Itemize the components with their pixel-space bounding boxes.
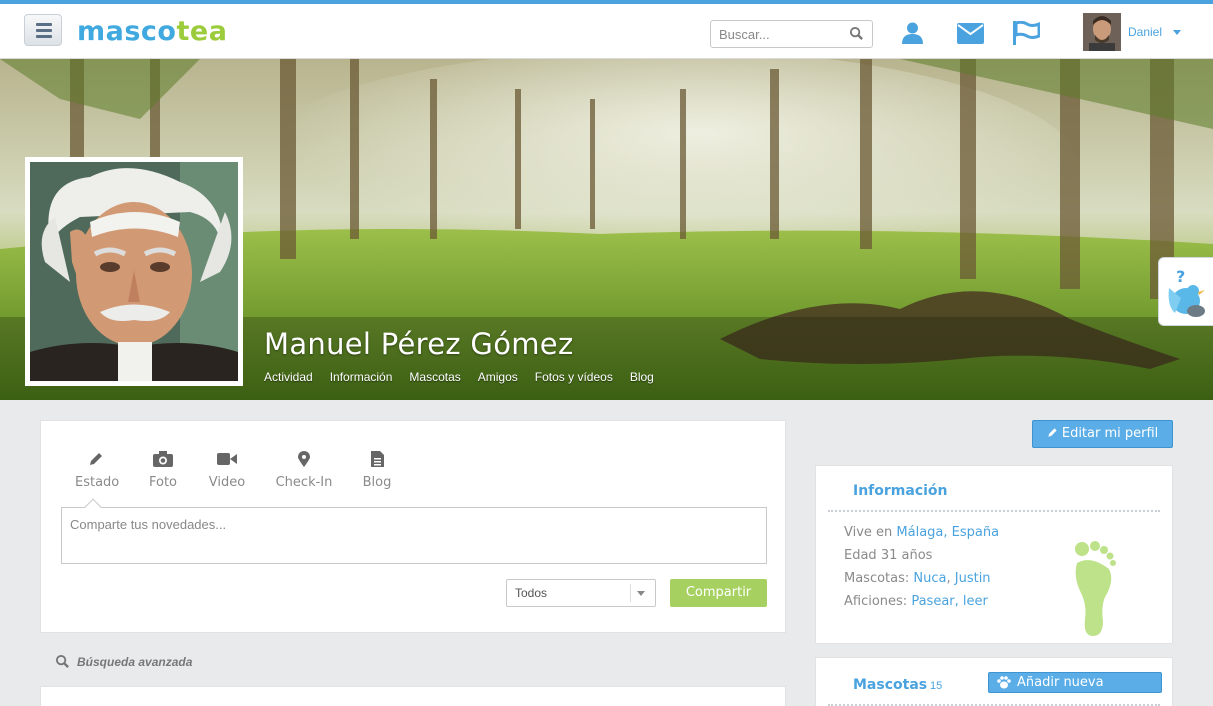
document-icon xyxy=(370,451,384,467)
help-bird-icon: ? xyxy=(1168,267,1205,317)
pet-link-nuca[interactable]: Nuca xyxy=(913,571,946,586)
user-icon[interactable] xyxy=(902,21,923,45)
menu-toggle-button[interactable] xyxy=(24,14,62,46)
logo[interactable]: mascotea xyxy=(77,16,227,47)
advanced-search[interactable]: Búsqueda avanzada xyxy=(40,636,786,686)
profile-photo[interactable] xyxy=(30,162,238,381)
search-icon[interactable] xyxy=(849,26,864,41)
info-lives: Vive en Málaga, España xyxy=(844,525,1000,540)
post-type-blog[interactable]: Blog xyxy=(362,451,392,490)
post-type-foto[interactable]: Foto xyxy=(148,451,178,490)
camera-icon xyxy=(153,451,173,467)
add-pet-button[interactable]: Añadir nueva mascota xyxy=(988,672,1162,706)
hobby-link-leer[interactable]: leer xyxy=(963,594,988,609)
pets-title: Mascotas xyxy=(853,677,928,693)
edit-profile-button[interactable]: Editar mi perfil xyxy=(1032,420,1173,448)
tab-amigos[interactable]: Amigos xyxy=(478,370,518,384)
info-pets: Mascotas: Nuca, Justin xyxy=(844,571,991,586)
tab-actividad[interactable]: Actividad xyxy=(264,370,313,384)
tab-mascotas[interactable]: Mascotas xyxy=(409,370,460,384)
profile-name: Manuel Pérez Gómez xyxy=(264,327,574,361)
chevron-down-icon xyxy=(637,591,645,596)
user-avatar[interactable] xyxy=(1083,13,1121,51)
paw-icon xyxy=(997,676,1011,689)
video-camera-icon xyxy=(217,453,237,465)
search-box xyxy=(710,20,873,48)
top-navbar: mascotea Daniel xyxy=(0,4,1213,59)
hobby-link-pasear[interactable]: Pasear xyxy=(911,594,954,609)
footprint-icon xyxy=(1075,541,1116,636)
info-title: Información xyxy=(853,483,948,499)
map-marker-icon xyxy=(298,451,310,467)
privacy-select[interactable]: Todos xyxy=(506,579,656,607)
pets-panel: Mascotas 15 Añadir nueva mascota xyxy=(815,657,1173,706)
pet-link-justin[interactable]: Justin xyxy=(955,571,991,586)
flag-icon[interactable] xyxy=(1013,21,1040,45)
post-type-estado[interactable]: Estado xyxy=(75,451,119,490)
pencil-icon xyxy=(1048,428,1057,437)
search-input[interactable] xyxy=(711,21,841,47)
profile-photo-frame[interactable] xyxy=(25,157,243,386)
pencil-icon xyxy=(90,453,102,465)
city-link[interactable]: Málaga xyxy=(896,525,943,540)
tab-fotos-videos[interactable]: Fotos y vídeos xyxy=(535,370,613,384)
post-composer: Estado Foto Video Check-In Blog Todos Co… xyxy=(40,420,786,633)
tab-informacion[interactable]: Información xyxy=(330,370,393,384)
info-panel: Información Vive en Málaga, España Edad … xyxy=(815,465,1173,644)
help-widget[interactable]: ? xyxy=(1158,257,1213,326)
divider xyxy=(828,510,1160,512)
svg-text:?: ? xyxy=(1176,267,1185,286)
envelope-icon[interactable] xyxy=(957,23,984,44)
info-age: Edad 31 años xyxy=(844,548,933,563)
share-button[interactable]: Compartir xyxy=(670,579,767,607)
profile-tabs: Actividad Información Mascotas Amigos Fo… xyxy=(264,370,671,384)
advanced-search-label[interactable]: Búsqueda avanzada xyxy=(77,655,192,669)
search-icon xyxy=(55,654,69,668)
info-hobbies: Aficiones: Pasear, leer xyxy=(844,594,988,609)
post-type-video[interactable]: Video xyxy=(208,451,246,490)
activity-feed xyxy=(40,686,786,706)
post-textarea[interactable] xyxy=(61,507,767,564)
country-link[interactable]: España xyxy=(952,525,999,540)
chevron-down-icon[interactable] xyxy=(1173,30,1181,35)
post-type-checkin[interactable]: Check-In xyxy=(275,451,333,490)
user-menu-name[interactable]: Daniel xyxy=(1128,25,1162,39)
pets-count-badge: 15 xyxy=(930,680,943,692)
tab-blog[interactable]: Blog xyxy=(630,370,654,384)
